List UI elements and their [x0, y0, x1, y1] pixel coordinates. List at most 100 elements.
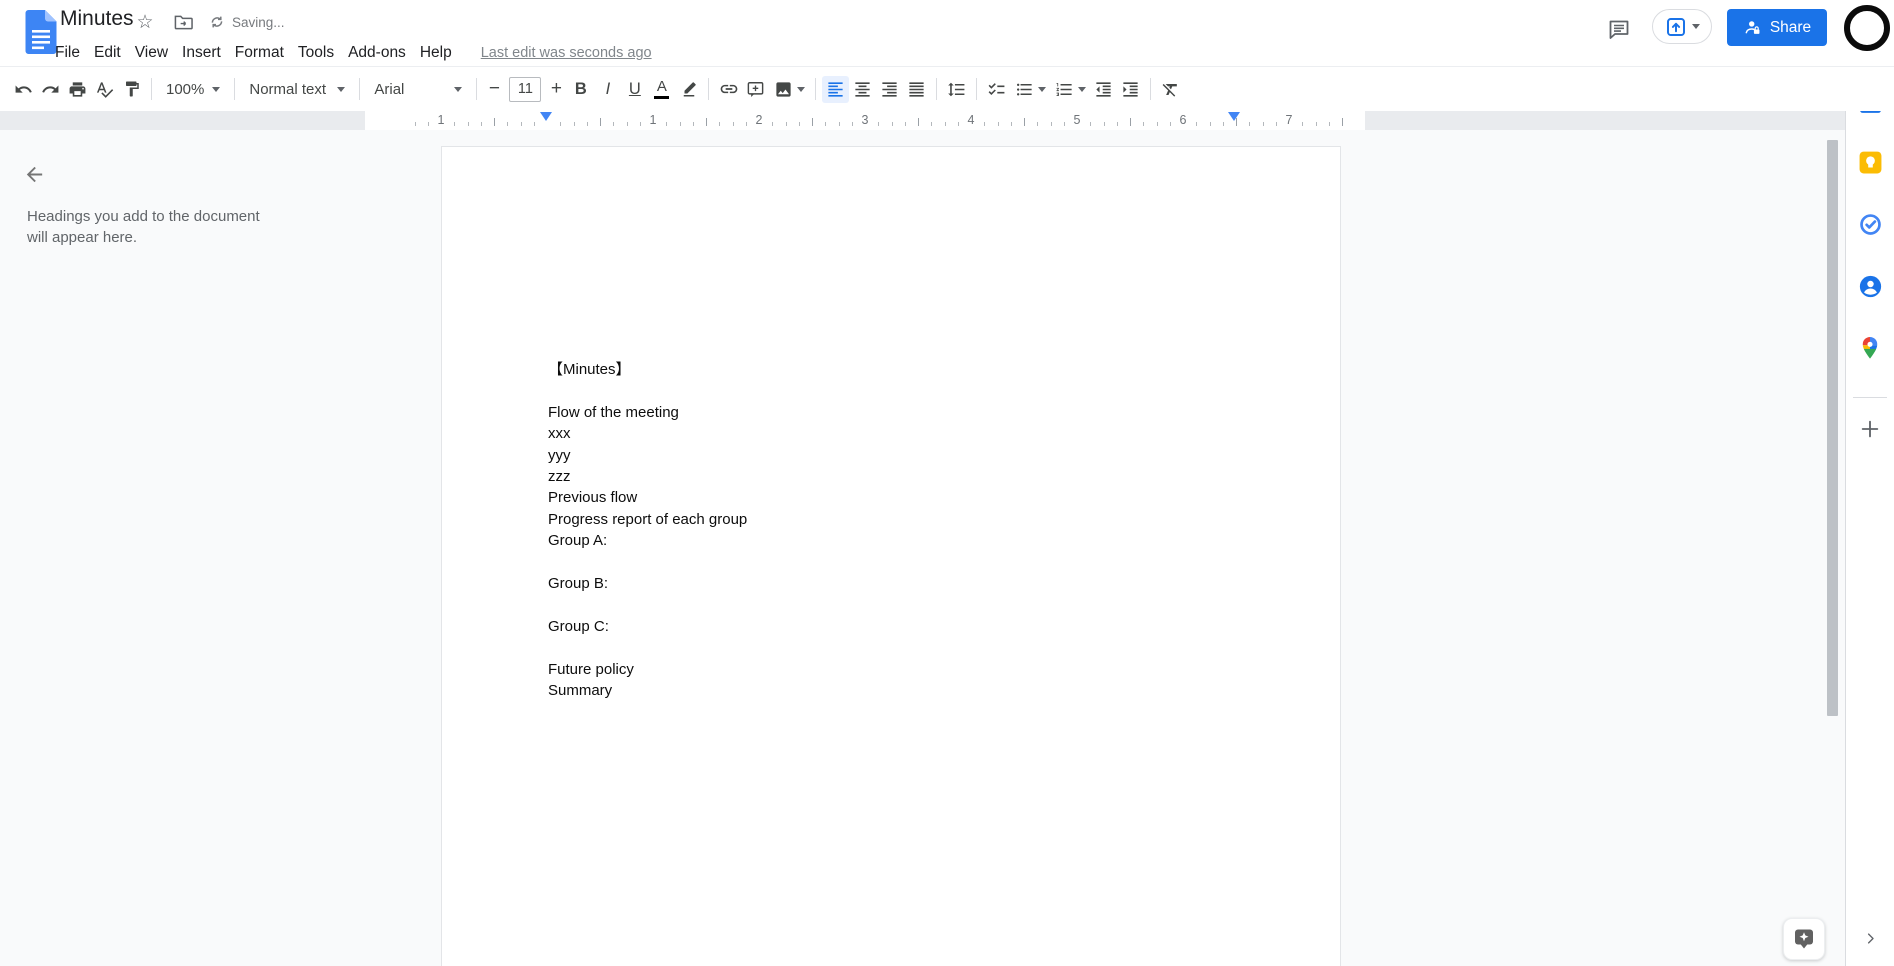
numbered-list-button[interactable]: [1050, 76, 1090, 103]
open-comments-button[interactable]: [1602, 14, 1636, 46]
text-color-button[interactable]: A: [648, 76, 675, 103]
ruler-tick: [1302, 122, 1304, 126]
ruler-number: 3: [861, 113, 869, 127]
toolbar: 100% Normal text Arial − 11 + B I U A: [0, 66, 1894, 111]
ruler-tick: [533, 122, 535, 126]
add-comment-button[interactable]: [742, 76, 769, 103]
menu-item[interactable]: View: [128, 42, 175, 64]
move-folder-icon[interactable]: [171, 10, 195, 34]
ruler-tick: [1010, 122, 1012, 126]
bold-button[interactable]: B: [567, 76, 594, 103]
ruler-tick: [613, 122, 615, 126]
ruler-tick: [1328, 122, 1330, 126]
document-line: Future policy: [548, 660, 634, 678]
ruler-tick: [600, 118, 601, 126]
align-justify-button[interactable]: [903, 76, 930, 103]
ruler-tick: [1037, 122, 1039, 126]
line-spacing-button[interactable]: [943, 76, 970, 103]
document-text: 【Minutes】 Flow of the meeting xxx yyy zzz Pre…: [548, 252, 1238, 744]
zoom-value: 100%: [166, 80, 205, 98]
menu-item[interactable]: Help: [413, 42, 459, 64]
zoom-select[interactable]: 100%: [158, 78, 228, 101]
show-side-panel-button[interactable]: [1856, 924, 1884, 952]
document-line: Group B:: [548, 575, 609, 593]
font-family-select[interactable]: Arial: [366, 78, 470, 101]
print-button[interactable]: [64, 76, 91, 103]
paragraph-style-value: Normal text: [249, 80, 327, 98]
ruler-number: 6: [1179, 113, 1187, 127]
ruler-number: 2: [755, 113, 763, 127]
ruler-tick: [1315, 122, 1317, 126]
menu-item[interactable]: File: [48, 42, 87, 64]
align-center-button[interactable]: [849, 76, 876, 103]
saving-status[interactable]: Saving...: [209, 14, 285, 30]
contacts-icon[interactable]: [1852, 268, 1888, 304]
get-add-ons-button[interactable]: [1852, 411, 1888, 447]
ruler-tick: [1050, 122, 1052, 126]
google-docs-app: Minutes ☆ Saving... File Edit View Insert Fo…: [0, 0, 1894, 966]
header: Minutes ☆ Saving... File Edit View Insert Fo…: [0, 0, 1894, 66]
insert-link-button[interactable]: [715, 76, 742, 103]
menu-item[interactable]: Add-ons: [341, 42, 413, 64]
sync-icon: [211, 16, 223, 28]
ruler-tick: [467, 122, 469, 126]
ruler-tick: [1169, 122, 1171, 126]
italic-button[interactable]: I: [594, 76, 621, 103]
ruler-tick: [812, 118, 813, 126]
ruler-tick: [454, 122, 456, 126]
close-outline-button[interactable]: [18, 158, 50, 190]
present-to-meeting-button[interactable]: [1652, 9, 1712, 44]
explore-button[interactable]: [1783, 918, 1825, 960]
font-size-increase-button[interactable]: +: [545, 78, 567, 100]
left-indent-marker[interactable]: [540, 112, 552, 121]
ruler-tick: [1103, 122, 1105, 126]
outline-placeholder-text: Headings you add to the document will ap…: [27, 208, 260, 246]
menu-item[interactable]: Edit: [87, 42, 128, 64]
account-avatar[interactable]: [1844, 5, 1890, 51]
tasks-icon[interactable]: [1852, 206, 1888, 242]
side-panel-rail: 31: [1845, 66, 1894, 966]
ruler-tick: [1342, 118, 1343, 126]
underline-button[interactable]: U: [621, 76, 648, 103]
right-indent-marker[interactable]: [1228, 112, 1240, 121]
ruler: 1 1 2 3 4 5 6 7: [0, 111, 1845, 130]
redo-button[interactable]: [37, 76, 64, 103]
menu-item[interactable]: Format: [228, 42, 291, 64]
align-right-button[interactable]: [876, 76, 903, 103]
highlight-color-button[interactable]: [675, 76, 702, 103]
document-title[interactable]: Minutes: [60, 7, 134, 31]
increase-indent-button[interactable]: [1117, 76, 1144, 103]
bulleted-list-button[interactable]: [1010, 76, 1050, 103]
align-left-button[interactable]: [822, 75, 850, 103]
checklist-button[interactable]: [983, 76, 1010, 103]
keep-icon[interactable]: [1852, 144, 1888, 180]
ruler-tick: [1222, 122, 1224, 126]
document-page[interactable]: 【Minutes】 Flow of the meeting xxx yyy zzz Pre…: [441, 146, 1341, 966]
clear-formatting-button[interactable]: [1157, 76, 1184, 103]
document-line: Group A:: [548, 532, 608, 550]
maps-icon[interactable]: [1852, 330, 1888, 366]
ruler-tick: [639, 122, 641, 126]
ruler-tick: [626, 122, 628, 126]
insert-image-button[interactable]: [769, 76, 809, 103]
spellcheck-button[interactable]: [91, 76, 118, 103]
last-edit-link[interactable]: Last edit was seconds ago: [481, 45, 652, 61]
ruler-tick: [666, 122, 668, 126]
font-size-decrease-button[interactable]: −: [483, 78, 505, 100]
share-button[interactable]: Share: [1727, 9, 1827, 46]
undo-button[interactable]: [10, 76, 37, 103]
ruler-tick: [560, 122, 562, 126]
ruler-tick: [904, 122, 906, 126]
document-line: Summary: [548, 682, 613, 700]
paint-format-button[interactable]: [118, 76, 145, 103]
decrease-indent-button[interactable]: [1090, 76, 1117, 103]
menu-item[interactable]: Insert: [175, 42, 228, 64]
vertical-scrollbar[interactable]: [1827, 140, 1838, 716]
document-line: zzz: [548, 468, 571, 486]
font-size-input[interactable]: 11: [509, 76, 542, 102]
menu-item[interactable]: Tools: [291, 42, 341, 64]
star-icon[interactable]: ☆: [133, 10, 157, 34]
paragraph-style-select[interactable]: Normal text: [241, 78, 353, 101]
ruler-tick: [480, 122, 482, 126]
